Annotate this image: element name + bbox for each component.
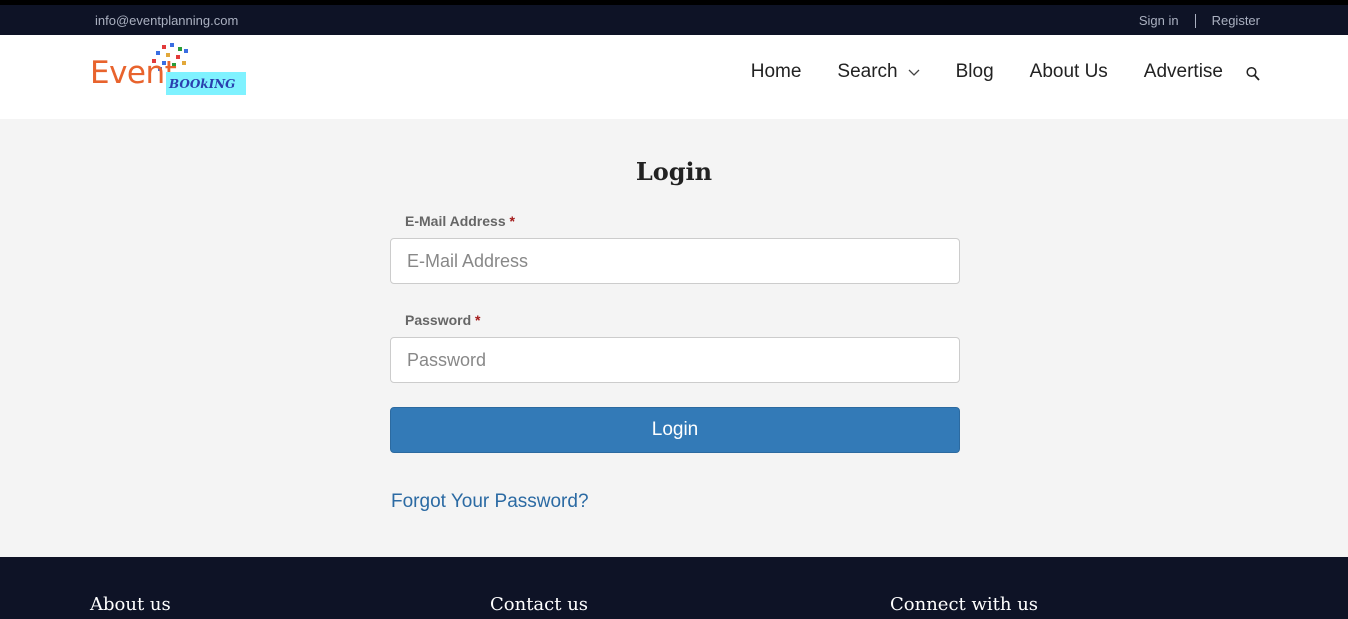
nav-search[interactable]: Search [837,61,920,83]
email-field[interactable] [390,238,960,284]
account-links: Sign in Register [1139,13,1260,28]
footer-contact-heading: Contact us [490,594,589,615]
site-header: Event BOOkING Home Search Blog About Us … [0,35,1348,106]
chevron-down-icon [908,69,920,76]
signin-link[interactable]: Sign in [1139,13,1179,28]
nav-home[interactable]: Home [751,61,802,83]
password-label-text: Password [405,312,472,328]
nav-blog[interactable]: Blog [956,61,994,83]
header-spacer [0,106,1348,119]
email-label-text: E-Mail Address [405,213,506,229]
password-label: Password * [405,312,480,328]
site-footer: About us Contact us Connect with us [0,557,1348,619]
search-icon[interactable] [1246,66,1260,82]
login-section: Login E-Mail Address * Password * Login … [0,119,1348,557]
email-label: E-Mail Address * [405,213,515,229]
footer-connect-heading: Connect with us [890,594,1039,615]
page-title: Login [635,157,713,186]
required-marker: * [475,312,481,328]
logo-badge: BOOkING [166,72,246,95]
nav-search-label: Search [837,61,898,82]
site-logo[interactable]: Event BOOkING [90,43,250,99]
main-nav: Home Search Blog About Us Advertise [715,61,1223,83]
password-field[interactable] [390,337,960,383]
login-button[interactable]: Login [390,407,960,453]
top-bar: info@eventplanning.com Sign in Register [0,5,1348,35]
forgot-password-link[interactable]: Forgot Your Password? [391,491,589,513]
contact-email[interactable]: info@eventplanning.com [95,13,238,28]
footer-about-heading: About us [90,594,171,615]
logo-wordmark: Event [90,55,177,91]
link-divider [1194,13,1196,28]
required-marker: * [509,213,515,229]
register-link[interactable]: Register [1212,13,1260,28]
nav-advertise[interactable]: Advertise [1144,61,1223,83]
nav-about-us[interactable]: About Us [1030,61,1108,83]
